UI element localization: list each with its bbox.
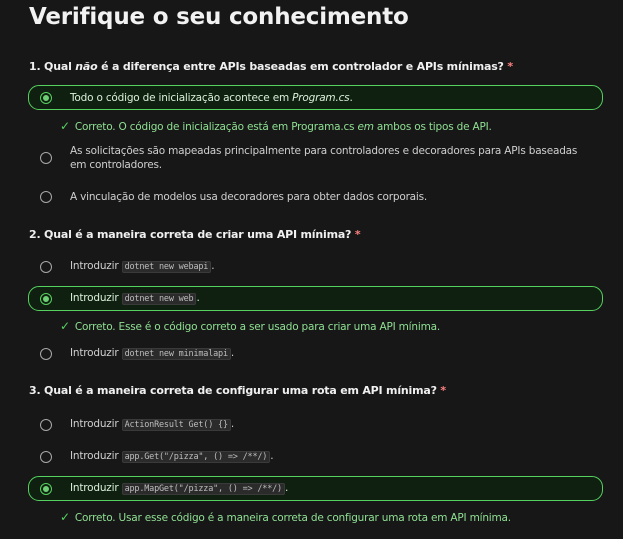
q2-option-2-label: Introduzir dotnet new web. bbox=[70, 292, 200, 305]
q1-option-3[interactable]: A vinculação de modelos usa decoradores … bbox=[28, 184, 603, 209]
q1-feedback: ✓ Correto. O código de inicialização está… bbox=[60, 119, 492, 133]
code-snippet: ActionResult Get() {} bbox=[121, 419, 231, 431]
q1-option-1[interactable]: Todo o código de inicialização acontece … bbox=[28, 85, 603, 110]
q3-option-2-label: Introduzir app.Get("/pizza", () => /**/)… bbox=[70, 450, 274, 463]
question-3-title: 3. Qual é a maneira correta de configura… bbox=[29, 384, 446, 397]
q3-option-1[interactable]: Introduzir ActionResult Get() {}. bbox=[28, 412, 603, 437]
page-title: Verifique o seu conhecimento bbox=[29, 4, 409, 30]
q1-option-1-label: Todo o código de inicialização acontece … bbox=[70, 91, 353, 104]
radio-icon[interactable] bbox=[40, 347, 52, 360]
radio-icon[interactable] bbox=[40, 152, 52, 164]
checkmark-icon: ✓ bbox=[60, 510, 70, 524]
q2-option-3-label: Introduzir dotnet new minimalapi. bbox=[70, 347, 235, 360]
q1-option-2-label: As solicitações são mapeadas principalme… bbox=[70, 145, 578, 171]
q3-feedback: ✓ Correto. Usar esse código é a maneira c… bbox=[60, 510, 511, 524]
radio-selected-icon[interactable] bbox=[40, 91, 52, 104]
radio-selected-icon[interactable] bbox=[40, 292, 52, 305]
code-snippet: dotnet new webapi bbox=[121, 261, 212, 273]
q3-option-3[interactable]: Introduzir app.MapGet("/pizza", () => /*… bbox=[28, 476, 603, 501]
q3-option-3-label: Introduzir app.MapGet("/pizza", () => /*… bbox=[70, 482, 289, 495]
q2-option-3[interactable]: Introduzir dotnet new minimalapi. bbox=[28, 341, 603, 366]
code-snippet: app.Get("/pizza", () => /**/) bbox=[121, 451, 271, 463]
q2-option-1-label: Introduzir dotnet new webapi. bbox=[70, 260, 215, 273]
question-1-suffix: é a diferença entre APIs baseadas em con… bbox=[97, 60, 504, 73]
question-1-title: 1. Qual não é a diferença entre APIs bas… bbox=[29, 60, 513, 73]
q2-feedback: ✓ Correto. Esse é o código correto a ser … bbox=[60, 319, 440, 333]
radio-selected-icon[interactable] bbox=[40, 482, 52, 495]
question-1-emphasis: não bbox=[75, 60, 98, 73]
code-snippet: app.MapGet("/pizza", () => /**/) bbox=[121, 483, 285, 495]
question-2-title: 2. Qual é a maneira correta de criar uma… bbox=[29, 228, 361, 241]
radio-icon[interactable] bbox=[40, 260, 52, 273]
required-mark: * bbox=[354, 228, 361, 241]
q1-option-3-label: A vinculação de modelos usa decoradores … bbox=[70, 190, 428, 203]
code-snippet: dotnet new web bbox=[121, 293, 197, 305]
required-mark: * bbox=[507, 60, 513, 73]
q2-option-2[interactable]: Introduzir dotnet new web. bbox=[28, 286, 603, 311]
code-snippet: dotnet new minimalapi bbox=[121, 348, 231, 360]
checkmark-icon: ✓ bbox=[60, 319, 70, 333]
required-mark: * bbox=[440, 384, 446, 397]
q3-option-1-label: Introduzir ActionResult Get() {}. bbox=[70, 418, 235, 431]
question-1-prefix: 1. Qual bbox=[29, 60, 76, 73]
q2-option-1[interactable]: Introduzir dotnet new webapi. bbox=[28, 254, 603, 279]
checkmark-icon: ✓ bbox=[60, 119, 70, 133]
radio-icon[interactable] bbox=[40, 450, 52, 463]
q3-option-2[interactable]: Introduzir app.Get("/pizza", () => /**/)… bbox=[28, 444, 603, 469]
radio-icon[interactable] bbox=[40, 418, 52, 431]
q1-option-2[interactable]: As solicitações são mapeadas principalme… bbox=[28, 142, 603, 174]
radio-icon[interactable] bbox=[40, 190, 52, 203]
